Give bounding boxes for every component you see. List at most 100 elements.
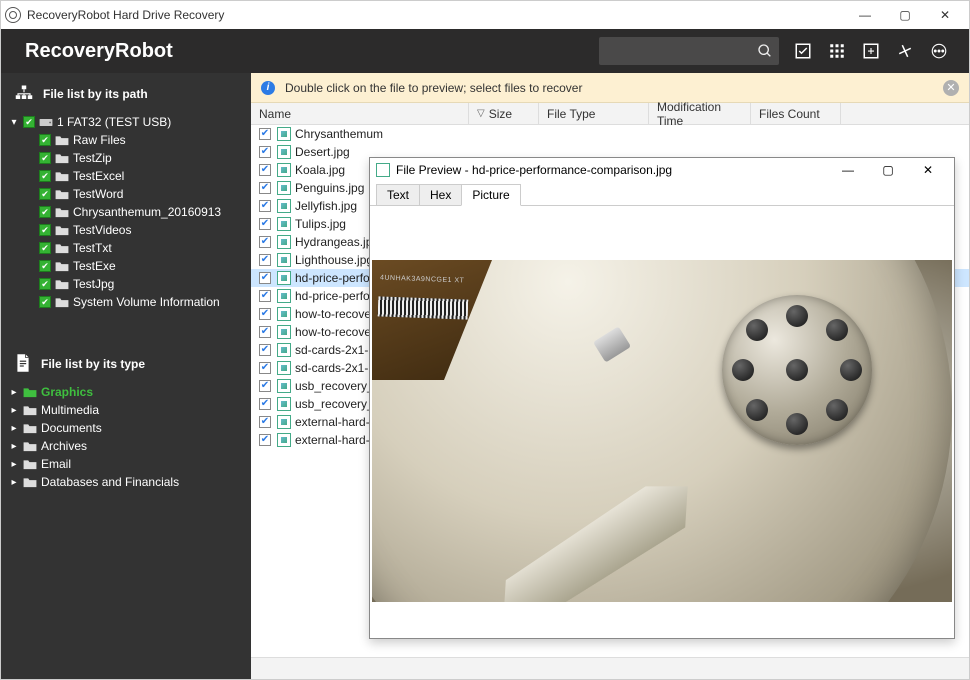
folder-icon: [55, 207, 69, 218]
window-close[interactable]: ✕: [925, 1, 965, 29]
preview-body: 4UNHAK3A9NCGE1 XT: [370, 206, 954, 638]
file-checkbox[interactable]: ✔: [259, 326, 271, 338]
tree-folder-item[interactable]: ✔Raw Files: [9, 131, 251, 149]
preview-close[interactable]: ✕: [908, 163, 948, 177]
more-options-icon[interactable]: [923, 35, 955, 67]
window-maximize[interactable]: ▢: [885, 1, 925, 29]
drive-icon: [39, 117, 53, 128]
sidebar-type-header: File list by its type: [1, 343, 251, 379]
type-item[interactable]: ▸Archives: [9, 437, 251, 455]
image-file-icon: [277, 127, 291, 141]
grid-view-icon[interactable]: [821, 35, 853, 67]
file-checkbox[interactable]: ✔: [259, 236, 271, 248]
image-file-icon: [277, 289, 291, 303]
file-checkbox[interactable]: ✔: [259, 128, 271, 140]
document-icon: [15, 354, 31, 375]
folder-icon: [55, 135, 69, 146]
type-item[interactable]: ▸Databases and Financials: [9, 473, 251, 491]
preview-tab[interactable]: Picture: [461, 184, 520, 206]
main-toolbar: RecoveryRobot: [1, 29, 969, 73]
folder-icon: [23, 459, 37, 470]
tree-folder-item[interactable]: ✔TestWord: [9, 185, 251, 203]
folder-icon: [55, 279, 69, 290]
type-item[interactable]: ▸Multimedia: [9, 401, 251, 419]
tree-folder-item[interactable]: ✔Chrysanthemum_20160913: [9, 203, 251, 221]
brand-label: RecoveryRobot: [25, 40, 173, 63]
file-checkbox[interactable]: ✔: [259, 434, 271, 446]
tree-folder-item[interactable]: ✔TestExe: [9, 257, 251, 275]
folder-icon: [23, 477, 37, 488]
column-size[interactable]: ▽Size: [469, 103, 539, 124]
column-name[interactable]: Name: [251, 103, 469, 124]
sidebar-path-header: File list by its path: [1, 73, 251, 109]
preview-minimize[interactable]: —: [828, 163, 868, 177]
preview-maximize[interactable]: ▢: [868, 163, 908, 177]
sort-indicator-icon: ▽: [477, 108, 485, 119]
folder-icon: [23, 405, 37, 416]
info-icon: i: [261, 81, 275, 95]
file-checkbox[interactable]: ✔: [259, 308, 271, 320]
preview-titlebar[interactable]: File Preview - hd-price-performance-comp…: [370, 158, 954, 182]
tree-folder-item[interactable]: ✔TestExcel: [9, 167, 251, 185]
file-checkbox[interactable]: ✔: [259, 398, 271, 410]
window-minimize[interactable]: —: [845, 1, 885, 29]
preview-title-text: File Preview - hd-price-performance-comp…: [396, 163, 672, 177]
preview-image: 4UNHAK3A9NCGE1 XT: [372, 260, 952, 602]
column-modtime[interactable]: Modification Time: [649, 103, 751, 124]
folder-icon: [23, 423, 37, 434]
tree-folder-item[interactable]: ✔TestTxt: [9, 239, 251, 257]
file-checkbox[interactable]: ✔: [259, 146, 271, 158]
image-file-icon: [277, 325, 291, 339]
tree-root[interactable]: ▾✔1 FAT32 (TEST USB): [9, 113, 251, 131]
image-file-icon: [277, 343, 291, 357]
sidebar-path-label: File list by its path: [43, 87, 148, 101]
file-checkbox[interactable]: ✔: [259, 362, 271, 374]
tree-folder-item[interactable]: ✔TestVideos: [9, 221, 251, 239]
tree-folder-item[interactable]: ✔TestZip: [9, 149, 251, 167]
file-checkbox[interactable]: ✔: [259, 380, 271, 392]
preview-tab[interactable]: Text: [376, 184, 420, 206]
preview-window[interactable]: File Preview - hd-price-performance-comp…: [369, 157, 955, 639]
tree-folder-item[interactable]: ✔System Volume Information: [9, 293, 251, 311]
image-file-icon: [277, 253, 291, 267]
folder-icon: [55, 153, 69, 164]
file-checkbox[interactable]: ✔: [259, 290, 271, 302]
search-icon: [757, 43, 773, 59]
file-checkbox[interactable]: ✔: [259, 218, 271, 230]
type-item[interactable]: ▸Email: [9, 455, 251, 473]
type-item[interactable]: ▸Documents: [9, 419, 251, 437]
file-checkbox[interactable]: ✔: [259, 254, 271, 266]
search-box[interactable]: [599, 37, 779, 65]
image-file-icon: [277, 163, 291, 177]
tree-folder-item[interactable]: ✔TestJpg: [9, 275, 251, 293]
file-checkbox[interactable]: ✔: [259, 272, 271, 284]
folder-icon: [55, 243, 69, 254]
folder-icon: [55, 261, 69, 272]
folder-icon: [55, 171, 69, 182]
file-checkbox[interactable]: ✔: [259, 200, 271, 212]
file-checkbox[interactable]: ✔: [259, 182, 271, 194]
sitemap-icon: [15, 85, 33, 104]
file-checkbox[interactable]: ✔: [259, 344, 271, 356]
folder-tree[interactable]: ▾✔1 FAT32 (TEST USB)✔Raw Files✔TestZip✔T…: [1, 109, 251, 321]
preview-tab[interactable]: Hex: [419, 184, 462, 206]
image-file-icon: [277, 397, 291, 411]
pagination-bar[interactable]: [251, 657, 969, 679]
type-item[interactable]: ▸Graphics: [9, 383, 251, 401]
file-checkbox[interactable]: ✔: [259, 416, 271, 428]
column-filescount[interactable]: Files Count: [751, 103, 841, 124]
file-checkbox[interactable]: ✔: [259, 164, 271, 176]
select-all-icon[interactable]: [787, 35, 819, 67]
app-icon: [5, 7, 21, 23]
type-list[interactable]: ▸Graphics▸Multimedia▸Documents▸Archives▸…: [1, 379, 251, 491]
column-filetype[interactable]: File Type: [539, 103, 649, 124]
filter-icon[interactable]: [889, 35, 921, 67]
save-list-icon[interactable]: [855, 35, 887, 67]
image-file-icon: [277, 199, 291, 213]
info-close-button[interactable]: ✕: [943, 80, 959, 96]
folder-icon: [55, 225, 69, 236]
file-row[interactable]: ✔Chrysanthemum: [251, 125, 969, 143]
image-file-icon: [277, 217, 291, 231]
image-file-icon: [277, 271, 291, 285]
image-file-icon: [277, 433, 291, 447]
